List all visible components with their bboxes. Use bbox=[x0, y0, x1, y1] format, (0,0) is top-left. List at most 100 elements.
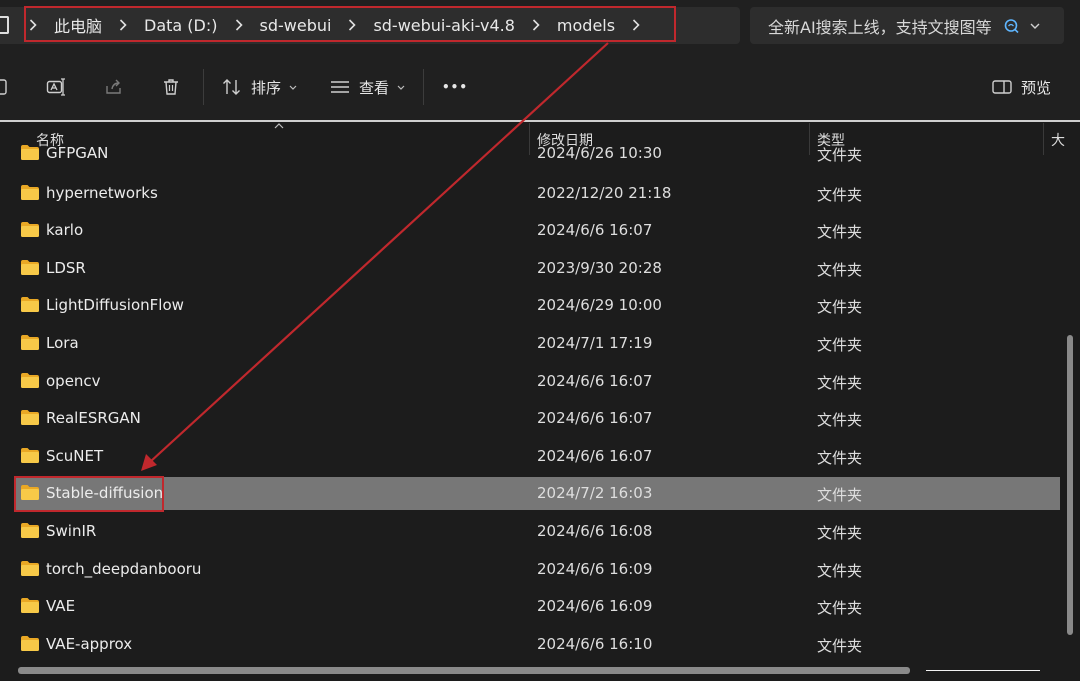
address-bar-region: 此电脑 Data (D:) sd-webui sd-webui-aki-v4.8… bbox=[0, 0, 1080, 52]
folder-icon bbox=[21, 598, 39, 613]
computer-icon[interactable] bbox=[0, 16, 9, 34]
file-type: 文件夹 bbox=[817, 486, 863, 504]
column-header-bar: 名称 修改日期 类型 大 bbox=[0, 122, 1080, 149]
column-header-size[interactable]: 大 bbox=[1051, 130, 1065, 150]
list-item[interactable]: VAE-approx 2024/6/6 16:10 文件夹 bbox=[14, 628, 1060, 661]
file-type: 文件夹 bbox=[817, 223, 863, 241]
breadcrumb-item-this-pc[interactable]: 此电脑 bbox=[42, 13, 114, 37]
list-item[interactable]: opencv 2024/6/6 16:07 文件夹 bbox=[14, 365, 1060, 398]
file-modified: 2024/6/6 16:09 bbox=[537, 560, 653, 578]
file-type: 文件夹 bbox=[817, 374, 863, 392]
copy-icon[interactable] bbox=[0, 77, 12, 97]
chevron-right-icon[interactable] bbox=[230, 6, 248, 44]
folder-icon bbox=[21, 222, 39, 237]
view-button[interactable]: 查看 bbox=[330, 70, 414, 104]
vertical-scrollbar[interactable] bbox=[1067, 335, 1073, 635]
search-ai-icon[interactable] bbox=[1004, 18, 1020, 34]
sort-ascending-icon bbox=[274, 123, 284, 129]
delete-icon[interactable] bbox=[161, 77, 181, 97]
file-name: VAE bbox=[46, 597, 76, 615]
chevron-down-icon bbox=[397, 85, 405, 90]
list-item[interactable]: RealESRGAN 2024/6/6 16:07 文件夹 bbox=[14, 402, 1060, 435]
column-divider[interactable] bbox=[1043, 123, 1044, 155]
file-modified: 2024/7/2 16:03 bbox=[537, 484, 653, 502]
file-modified: 2024/6/6 16:07 bbox=[537, 221, 653, 239]
list-item[interactable]: LDSR 2023/9/30 20:28 文件夹 bbox=[14, 252, 1060, 285]
sort-button[interactable]: 排序 bbox=[222, 70, 306, 104]
file-name: LightDiffusionFlow bbox=[46, 296, 184, 314]
file-modified: 2024/6/6 16:07 bbox=[537, 447, 653, 465]
preview-pane-button[interactable]: 预览 bbox=[992, 70, 1051, 104]
chevron-right-icon[interactable] bbox=[527, 6, 545, 44]
folder-icon bbox=[21, 260, 39, 275]
folder-icon bbox=[21, 636, 39, 651]
breadcrumb-item-sd-webui[interactable]: sd-webui bbox=[248, 16, 344, 35]
list-item[interactable]: torch_deepdanbooru 2024/6/6 16:09 文件夹 bbox=[14, 553, 1060, 586]
list-item[interactable]: VAE 2024/6/6 16:09 文件夹 bbox=[14, 590, 1060, 623]
file-type: 文件夹 bbox=[817, 298, 863, 316]
preview-label: 预览 bbox=[1021, 78, 1052, 97]
file-type: 文件夹 bbox=[817, 599, 863, 617]
file-type: 文件夹 bbox=[817, 261, 863, 279]
chevron-right-icon[interactable] bbox=[114, 6, 132, 44]
file-type: 文件夹 bbox=[817, 562, 863, 580]
file-modified: 2024/6/29 10:00 bbox=[537, 296, 662, 314]
list-item-selected[interactable]: Stable-diffusion 2024/7/2 16:03 文件夹 bbox=[14, 477, 1060, 510]
list-item[interactable]: ScuNET 2024/6/6 16:07 文件夹 bbox=[14, 440, 1060, 473]
more-options-button[interactable]: ••• bbox=[442, 70, 468, 104]
file-name: opencv bbox=[46, 372, 101, 390]
column-header-modified[interactable]: 修改日期 bbox=[537, 130, 593, 150]
file-modified: 2024/6/6 16:07 bbox=[537, 409, 653, 427]
breadcrumb-item-aki[interactable]: sd-webui-aki-v4.8 bbox=[361, 16, 526, 35]
breadcrumb-item-drive[interactable]: Data (D:) bbox=[132, 16, 229, 35]
file-name: LDSR bbox=[46, 259, 86, 277]
list-item[interactable]: LightDiffusionFlow 2024/6/29 10:00 文件夹 bbox=[14, 289, 1060, 322]
column-divider[interactable] bbox=[529, 123, 530, 155]
view-label: 查看 bbox=[359, 78, 390, 97]
file-modified: 2024/6/6 16:08 bbox=[537, 522, 653, 540]
file-modified: 2024/6/6 16:07 bbox=[537, 372, 653, 390]
list-item[interactable]: hypernetworks 2022/12/20 21:18 文件夹 bbox=[14, 177, 1060, 210]
chevron-down-icon[interactable] bbox=[1030, 23, 1040, 29]
chevron-right-icon[interactable] bbox=[627, 6, 645, 44]
list-item[interactable]: karlo 2024/6/6 16:07 文件夹 bbox=[14, 214, 1060, 247]
column-header-type[interactable]: 类型 bbox=[817, 130, 845, 150]
rename-icon[interactable] bbox=[46, 77, 66, 97]
file-type: 文件夹 bbox=[817, 524, 863, 542]
folder-icon bbox=[21, 185, 39, 200]
file-name: hypernetworks bbox=[46, 184, 158, 202]
folder-icon bbox=[21, 297, 39, 312]
chevron-right-icon[interactable] bbox=[343, 6, 361, 44]
breadcrumb-item-models[interactable]: models bbox=[545, 16, 627, 35]
file-name: karlo bbox=[46, 221, 84, 239]
folder-icon bbox=[21, 410, 39, 425]
sort-icon bbox=[223, 79, 240, 95]
file-type: 文件夹 bbox=[817, 336, 863, 354]
column-divider[interactable] bbox=[809, 123, 810, 155]
file-modified: 2024/6/6 16:09 bbox=[537, 597, 653, 615]
list-item[interactable]: Lora 2024/7/1 17:19 文件夹 bbox=[14, 327, 1060, 360]
file-name: SwinIR bbox=[46, 522, 97, 540]
folder-icon bbox=[21, 523, 39, 538]
file-name: Lora bbox=[46, 334, 79, 352]
horizontal-scrollbar[interactable] bbox=[18, 667, 910, 674]
view-icon bbox=[331, 81, 349, 93]
toolbar-divider bbox=[203, 69, 204, 105]
scroll-track bbox=[926, 670, 1040, 671]
sort-label: 排序 bbox=[251, 78, 282, 97]
search-box[interactable]: 全新AI搜索上线，支持文搜图等 bbox=[750, 7, 1064, 44]
column-header-name[interactable]: 名称 bbox=[36, 130, 64, 150]
file-type: 文件夹 bbox=[817, 637, 863, 655]
share-icon[interactable] bbox=[104, 77, 124, 97]
file-modified: 2024/6/6 16:10 bbox=[537, 635, 653, 653]
file-list: GFPGAN 2024/6/26 10:30 文件夹 hypernetworks… bbox=[0, 140, 1060, 662]
file-name: RealESRGAN bbox=[46, 409, 141, 427]
list-item[interactable]: SwinIR 2024/6/6 16:08 文件夹 bbox=[14, 515, 1060, 548]
file-modified: 2024/7/1 17:19 bbox=[537, 334, 653, 352]
breadcrumb: 此电脑 Data (D:) sd-webui sd-webui-aki-v4.8… bbox=[24, 6, 645, 44]
preview-pane-icon bbox=[992, 80, 1012, 94]
chevron-right-icon[interactable] bbox=[24, 6, 42, 44]
search-input[interactable]: 全新AI搜索上线，支持文搜图等 bbox=[768, 14, 992, 38]
file-type: 文件夹 bbox=[817, 186, 863, 204]
file-type: 文件夹 bbox=[817, 449, 863, 467]
